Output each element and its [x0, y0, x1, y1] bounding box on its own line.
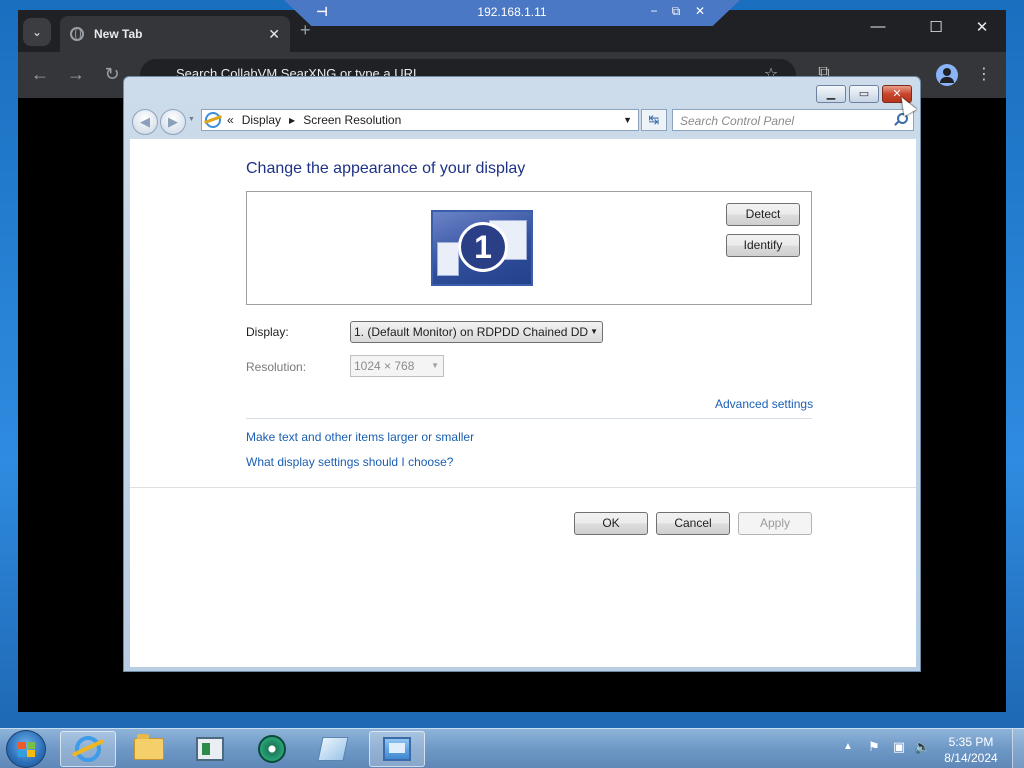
start-button[interactable]: [6, 730, 46, 768]
rdp-close-button[interactable]: ✕: [692, 4, 708, 18]
browser-close-button[interactable]: ✕: [968, 18, 996, 36]
detect-button[interactable]: Detect: [726, 203, 800, 226]
browser-minimize-button[interactable]: —: [864, 18, 892, 35]
ok-button[interactable]: OK: [574, 512, 648, 535]
volume-icon[interactable]: 🔈: [914, 739, 930, 755]
forward-icon[interactable]: ▶: [160, 109, 186, 135]
window-maximize-button[interactable]: ▭: [849, 85, 879, 103]
taskbar-internet-explorer[interactable]: [60, 731, 116, 767]
back-icon[interactable]: ◀: [132, 109, 158, 135]
taskbar-windows-explorer[interactable]: [121, 731, 177, 767]
address-dropdown-icon[interactable]: ▼: [623, 115, 632, 125]
display-label: Display:: [246, 325, 289, 339]
display-settings-icon: [383, 737, 411, 761]
dropdown-arrow-icon: ▼: [431, 361, 439, 370]
cancel-button[interactable]: Cancel: [656, 512, 730, 535]
clock-time: 5:35 PM: [948, 735, 994, 749]
show-desktop-button[interactable]: [1012, 729, 1024, 768]
monitor-window-a: [437, 242, 459, 276]
page-title: Change the appearance of your display: [246, 160, 526, 177]
footer-divider: [130, 487, 916, 488]
resolution-select[interactable]: 1024 × 768 ▼: [350, 355, 444, 377]
recent-pages-icon[interactable]: ▼: [188, 116, 195, 123]
dropdown-arrow-icon: ▼: [590, 327, 598, 336]
internet-explorer-icon: [75, 736, 101, 762]
tab-title: New Tab: [94, 27, 143, 41]
taskbar: ▲ ⚑ ▣ 🔈 5:35 PM 8/14/2024: [0, 728, 1024, 768]
monitor-number: 1: [458, 222, 508, 272]
display-settings-help-link[interactable]: What display settings should I choose?: [246, 455, 453, 469]
tab-search-button[interactable]: ⌄: [23, 18, 51, 46]
browser-menu-icon[interactable]: ⋮: [972, 64, 996, 84]
media-player-icon: [258, 735, 286, 763]
tab-close-icon[interactable]: ✕: [268, 26, 280, 43]
clock-date: 8/14/2024: [944, 751, 998, 765]
address-bar[interactable]: « Display ▶ Screen Resolution ▼: [201, 109, 639, 131]
tray-expand-icon[interactable]: ▲: [843, 741, 853, 752]
rdp-minimize-button[interactable]: −: [646, 4, 662, 18]
browser-tab[interactable]: New Tab ✕: [60, 16, 290, 52]
apply-button[interactable]: Apply: [738, 512, 812, 535]
profile-icon[interactable]: [936, 64, 958, 86]
system-clock[interactable]: 5:35 PM 8/14/2024: [936, 734, 1006, 766]
screen-resolution-window: ▁ ▭ ✕ ◀ ▶ ▼ « Display ▶ Screen Resolutio…: [123, 76, 921, 672]
taskbar-display-settings[interactable]: [369, 731, 425, 767]
window-minimize-button[interactable]: ▁: [816, 85, 846, 103]
paper-app-icon: [317, 737, 349, 761]
folder-icon: [134, 734, 164, 760]
action-center-flag-icon[interactable]: ⚑: [866, 739, 882, 755]
reload-icon[interactable]: ↻: [100, 64, 124, 85]
monitor-icon[interactable]: 1: [431, 210, 533, 286]
forward-icon[interactable]: →: [64, 64, 88, 85]
taskbar-paper-app[interactable]: [305, 731, 361, 767]
identify-button[interactable]: Identify: [726, 234, 800, 257]
breadcrumb-prefix[interactable]: «: [227, 113, 234, 127]
control-panel-icon: [205, 112, 221, 128]
back-icon[interactable]: ←: [28, 64, 52, 85]
app-window-icon: [196, 737, 224, 761]
network-icon[interactable]: ▣: [891, 739, 907, 755]
text-size-link[interactable]: Make text and other items larger or smal…: [246, 430, 474, 444]
breadcrumb-chevron-icon[interactable]: ▶: [289, 116, 295, 125]
content-pane: Change the appearance of your display 1 …: [130, 139, 916, 667]
search-placeholder: Search Control Panel: [680, 114, 795, 128]
monitor-arrangement-panel: 1 Detect Identify: [246, 191, 812, 305]
advanced-settings-link[interactable]: Advanced settings: [715, 397, 813, 411]
browser-maximize-button[interactable]: ☐: [922, 18, 950, 36]
display-select[interactable]: 1. (Default Monitor) on RDPDD Chained DD…: [350, 321, 603, 343]
taskbar-app-window[interactable]: [182, 731, 238, 767]
globe-icon: [70, 27, 84, 41]
section-divider: [246, 418, 812, 419]
taskbar-media-player[interactable]: [244, 731, 300, 767]
rdp-restore-button[interactable]: ⧉: [668, 4, 684, 19]
breadcrumb-screen-resolution[interactable]: Screen Resolution: [303, 113, 401, 127]
refresh-icon[interactable]: ↹: [641, 109, 667, 131]
resolution-label: Resolution:: [246, 360, 307, 374]
rdp-connection-bar: ⊣ 192.168.1.11 − ⧉ ✕: [284, 0, 740, 26]
breadcrumb-display[interactable]: Display: [242, 113, 281, 127]
search-input[interactable]: Search Control Panel: [672, 109, 914, 131]
resolution-select-value: 1024 × 768: [354, 359, 415, 373]
display-select-value: 1. (Default Monitor) on RDPDD Chained DD: [354, 325, 589, 339]
